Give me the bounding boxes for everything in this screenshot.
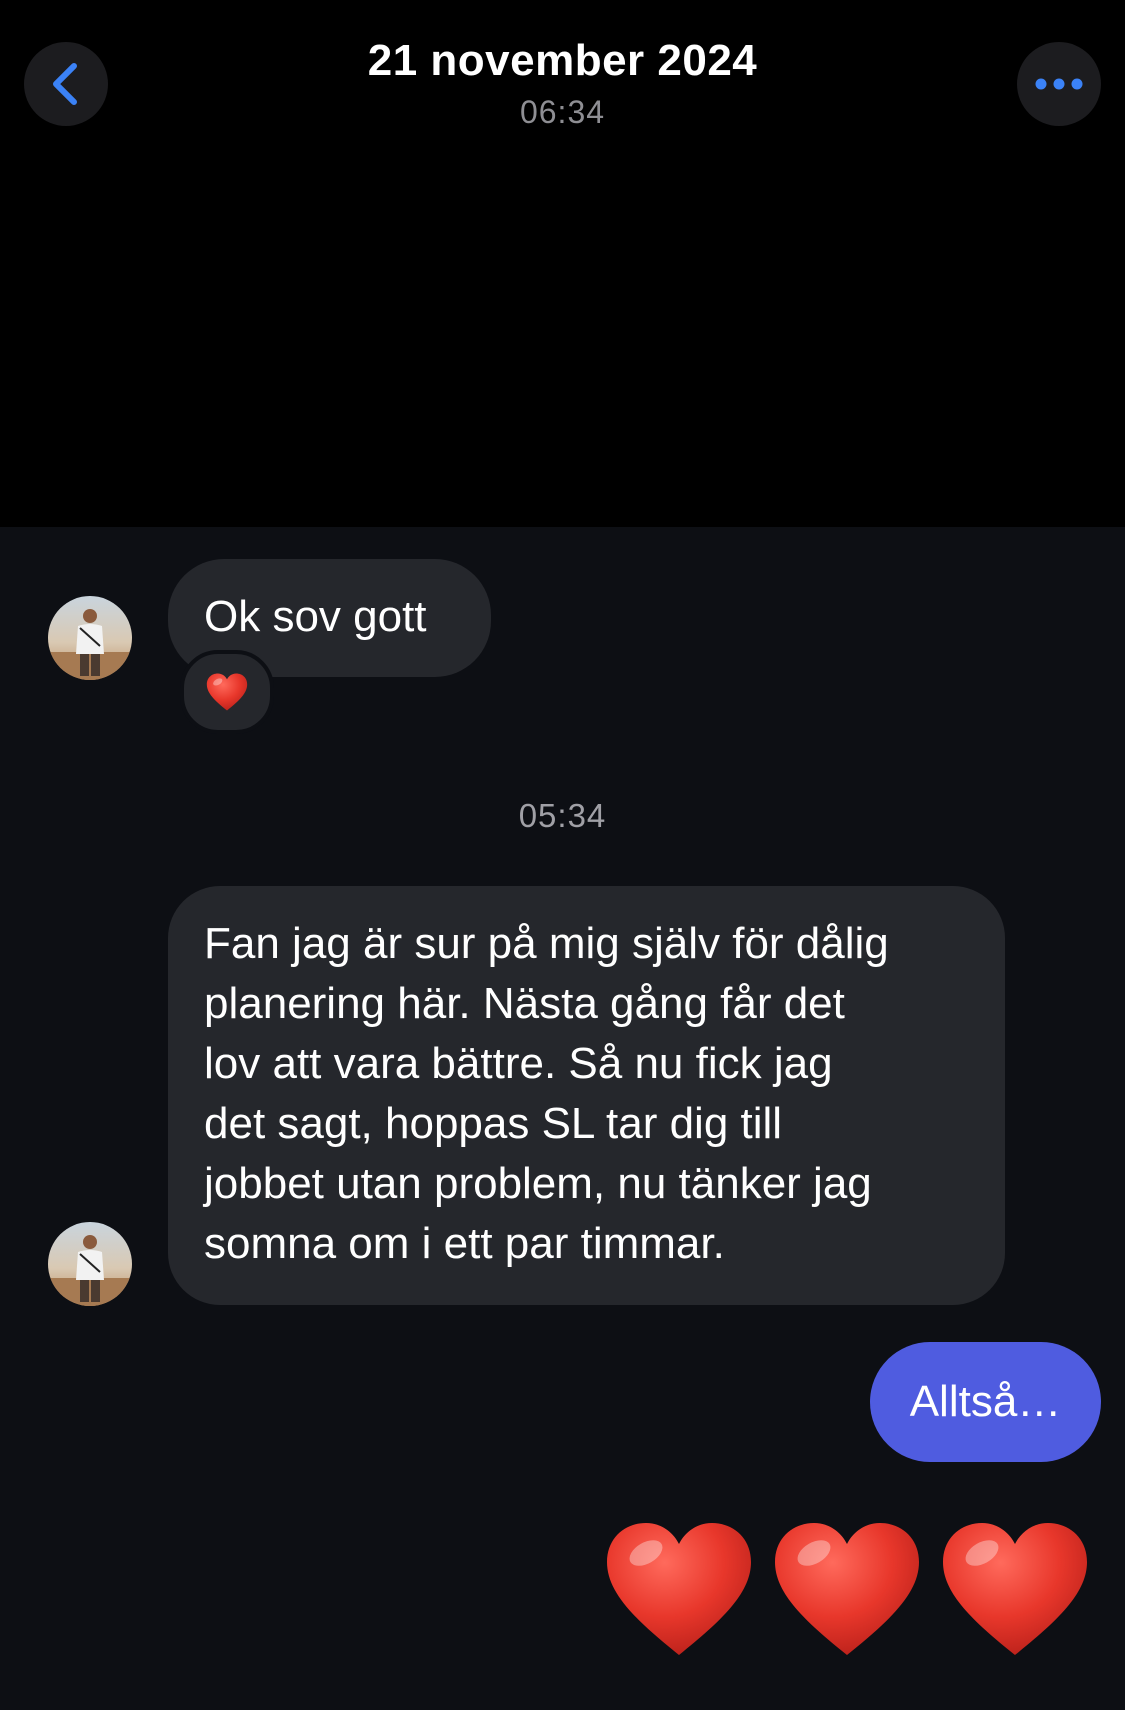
conversation-date: 21 november 2024 <box>367 36 758 85</box>
message-line: lov att vara bättre. Så nu fick jag <box>204 1039 833 1088</box>
message-reaction[interactable] <box>180 650 274 734</box>
heart-emoji-icon <box>940 1519 1090 1659</box>
message-timestamp: 05:34 <box>518 797 607 834</box>
message-line: Fan jag är sur på mig själv för dålig <box>204 919 889 968</box>
emoji-message[interactable]: ❤️❤️❤️ <box>604 1519 1094 1669</box>
message-line: det sagt, hoppas SL tar dig till <box>204 1099 783 1148</box>
more-options-button[interactable] <box>1017 42 1101 126</box>
message-line: jobbet utan problem, nu tänker jag <box>204 1159 872 1208</box>
message-bubble-incoming[interactable]: Fan jag är sur på mig själv för dålig pl… <box>168 886 1005 1305</box>
heart-emoji-icon <box>604 1519 754 1659</box>
ellipsis-icon <box>1035 78 1083 90</box>
avatar-photo <box>48 1222 132 1306</box>
heart-emoji-icon <box>772 1519 922 1659</box>
avatar[interactable] <box>48 596 132 680</box>
conversation-time: 06:34 <box>519 94 606 130</box>
message-list: Ok sov gott 05:34 Fan jag är sur på mig … <box>0 527 1125 1710</box>
heart-reaction-icon <box>206 672 248 712</box>
message-text: Alltså… <box>909 1377 1062 1426</box>
avatar-photo <box>48 596 132 680</box>
avatar[interactable] <box>48 1222 132 1306</box>
message-line: somna om i ett par timmar. <box>204 1219 725 1268</box>
conversation-header: 21 november 2024 06:34 <box>0 0 1125 527</box>
message-text: Ok sov gott <box>204 592 427 641</box>
message-line: planering här. Nästa gång får det <box>204 979 845 1028</box>
message-bubble-outgoing[interactable]: Alltså… <box>870 1342 1101 1462</box>
